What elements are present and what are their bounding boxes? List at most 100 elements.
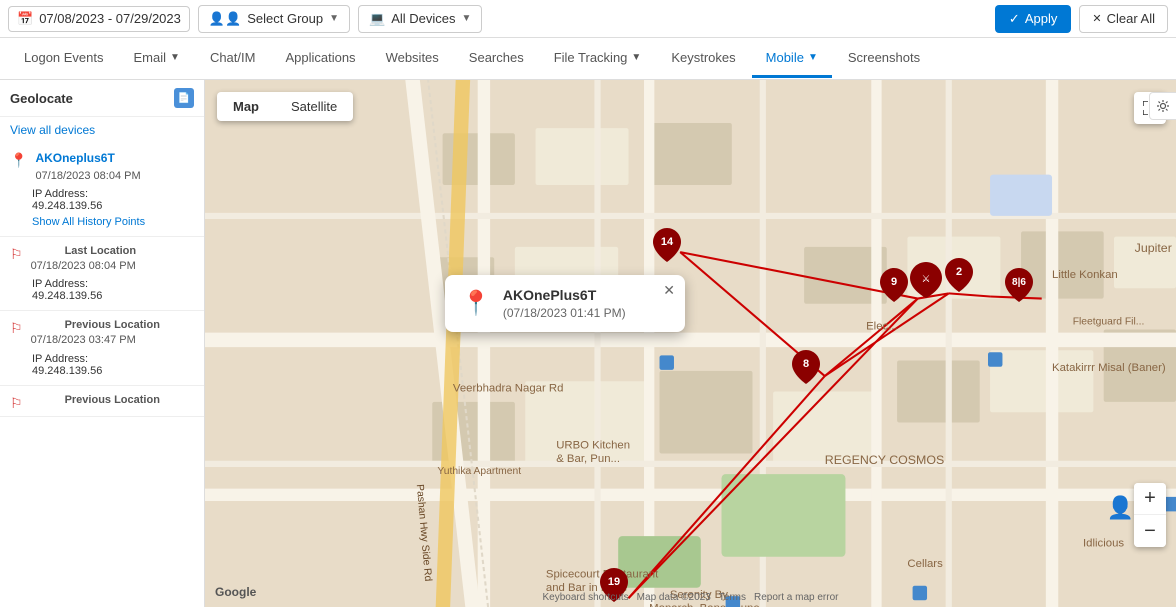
keyboard-shortcuts-link[interactable]: Keyboard shortcuts <box>543 592 629 603</box>
tab-websites[interactable]: Websites <box>372 40 453 78</box>
section-label-2: Previous Location <box>65 319 160 331</box>
terms-link[interactable]: Terms <box>719 592 746 603</box>
chevron-down-icon: ▼ <box>329 13 339 24</box>
settings-icon <box>1156 99 1170 113</box>
sidebar: Geolocate 📄 View all devices 📍 AKOneplus… <box>0 80 205 607</box>
tab-screenshots[interactable]: Screenshots <box>834 40 934 78</box>
map-roads-svg: URBO Kitchen & Bar, Pun... REGENCY COSMO… <box>205 80 1176 607</box>
device-time: 07/18/2023 03:47 PM <box>31 333 160 348</box>
nav-tabs: Logon Events Email ▼ Chat/IM Application… <box>0 38 1176 80</box>
svg-text:Katakirrr Misal (Baner): Katakirrr Misal (Baner) <box>1052 362 1166 374</box>
map-popup: ✕ 📍 AKOnePlus6T (07/18/2023 01:41 PM) <box>445 275 685 332</box>
ip-value: 49.248.139.56 <box>32 290 194 302</box>
device-time: 07/18/2023 08:04 PM <box>35 169 140 184</box>
map-area: URBO Kitchen & Bar, Pun... REGENCY COSMO… <box>205 80 1176 607</box>
report-error-link[interactable]: Report a map error <box>754 592 838 603</box>
tab-email[interactable]: Email ▼ <box>120 40 194 78</box>
group-icon: 👤👤 <box>209 11 241 27</box>
apply-label: Apply <box>1025 11 1058 26</box>
tab-searches[interactable]: Searches <box>455 40 538 78</box>
close-icon: ✕ <box>1092 12 1101 25</box>
chevron-icon-2: ▼ <box>631 52 641 63</box>
shield-icon: ⚐ <box>10 246 23 263</box>
svg-text:Fleetguard Fil...: Fleetguard Fil... <box>1073 316 1145 327</box>
tab-label: Websites <box>386 50 439 65</box>
tab-file-tracking[interactable]: File Tracking ▼ <box>540 40 656 78</box>
ip-label: IP Address: <box>32 278 194 290</box>
ip-value: 49.248.139.56 <box>32 365 194 377</box>
content-area: Geolocate 📄 View all devices 📍 AKOneplus… <box>0 80 1176 607</box>
list-item[interactable]: ⚐ Previous Location <box>0 386 204 417</box>
satellite-view-button[interactable]: Satellite <box>275 92 353 121</box>
shield-icon-3: ⚐ <box>10 395 23 412</box>
popup-device-name: AKOnePlus6T <box>503 287 626 303</box>
tab-logon-events[interactable]: Logon Events <box>10 40 118 78</box>
map-view-toggle: Map Satellite <box>217 92 353 121</box>
pin-icon: 📍 <box>10 152 27 169</box>
svg-text:REGENCY COSMOS: REGENCY COSMOS <box>825 453 944 467</box>
tab-label: Searches <box>469 50 524 65</box>
section-label-3: Previous Location <box>65 394 160 406</box>
map-settings-button[interactable] <box>1149 92 1176 120</box>
shield-icon-2: ⚐ <box>10 320 23 337</box>
list-item[interactable]: ⚐ Previous Location 07/18/2023 03:47 PM … <box>0 311 204 385</box>
map-zoom-controls: + − <box>1134 483 1166 547</box>
ip-label: IP Address: <box>32 353 194 365</box>
ip-label: IP Address: <box>32 188 194 200</box>
tab-chat-im[interactable]: Chat/IM <box>196 40 270 78</box>
svg-text:Veerbhadra Nagar Rd: Veerbhadra Nagar Rd <box>453 383 564 395</box>
svg-text:Idlicious: Idlicious <box>1083 537 1124 549</box>
view-all-devices-link[interactable]: View all devices <box>0 117 204 143</box>
tab-label: Screenshots <box>848 50 920 65</box>
svg-text:Elec...: Elec... <box>866 321 898 333</box>
device-time: 07/18/2023 08:04 PM <box>31 259 137 274</box>
list-item[interactable]: 📍 AKOneplus6T 07/18/2023 08:04 PM IP Add… <box>0 143 204 237</box>
zoom-in-button[interactable]: + <box>1134 483 1166 515</box>
popup-close-button[interactable]: ✕ <box>663 283 675 297</box>
svg-text:Jupiter Hospital: Jupiter Hospital <box>1135 241 1176 255</box>
tab-label: Logon Events <box>24 50 104 65</box>
select-group-label: Select Group <box>247 11 323 26</box>
popup-time: (07/18/2023 01:41 PM) <box>503 306 626 320</box>
tab-mobile[interactable]: Mobile ▼ <box>752 40 832 78</box>
show-history-link[interactable]: Show All History Points <box>32 216 194 228</box>
svg-text:Monarch, Baner Pune: Monarch, Baner Pune <box>649 603 760 607</box>
toolbar: 📅 07/08/2023 - 07/29/2023 👤👤 Select Grou… <box>0 0 1176 38</box>
chevron-icon-3: ▼ <box>808 52 818 63</box>
tab-label: Mobile <box>766 50 804 65</box>
tab-label: File Tracking <box>554 50 628 65</box>
popup-pin-icon: 📍 <box>461 289 491 318</box>
map-attribution: Keyboard shortcuts Map data ©2023 Terms … <box>543 592 839 603</box>
all-devices-dropdown[interactable]: 💻 All Devices ▼ <box>358 5 482 33</box>
chevron-down-icon-2: ▼ <box>462 13 472 24</box>
ip-value: 49.248.139.56 <box>32 200 194 212</box>
apply-button[interactable]: ✓ Apply <box>995 5 1071 33</box>
clear-button[interactable]: ✕ Clear All <box>1079 5 1168 33</box>
clear-label: Clear All <box>1107 11 1155 26</box>
svg-text:Yuthika Apartment: Yuthika Apartment <box>437 466 521 477</box>
tab-label: Email <box>134 50 167 65</box>
list-item[interactable]: ⚐ Last Location 07/18/2023 08:04 PM IP A… <box>0 237 204 311</box>
date-range-text: 07/08/2023 - 07/29/2023 <box>39 11 181 26</box>
section-label: Last Location <box>65 245 137 257</box>
sidebar-header: Geolocate 📄 <box>0 80 204 117</box>
google-logo: Google <box>215 585 256 599</box>
zoom-out-button[interactable]: − <box>1134 515 1166 547</box>
tab-label: Chat/IM <box>210 50 256 65</box>
all-devices-label: All Devices <box>391 11 455 26</box>
sidebar-title: Geolocate <box>10 91 73 106</box>
select-group-dropdown[interactable]: 👤👤 Select Group ▼ <box>198 5 350 33</box>
monitor-icon: 💻 <box>369 11 385 27</box>
tab-keystrokes[interactable]: Keystrokes <box>657 40 749 78</box>
device-list: 📍 AKOneplus6T 07/18/2023 08:04 PM IP Add… <box>0 143 204 607</box>
sidebar-export-icon[interactable]: 📄 <box>174 88 194 108</box>
calendar-icon: 📅 <box>17 11 33 27</box>
svg-text:Spicecourt Restaurant: Spicecourt Restaurant <box>546 568 659 580</box>
map-data-text: Map data ©2023 <box>637 592 711 603</box>
svg-text:URBO Kitchen: URBO Kitchen <box>556 439 630 451</box>
tab-applications[interactable]: Applications <box>271 40 369 78</box>
date-range-picker[interactable]: 📅 07/08/2023 - 07/29/2023 <box>8 6 190 32</box>
tab-label: Keystrokes <box>671 50 735 65</box>
checkmark-icon: ✓ <box>1009 11 1020 27</box>
map-view-button[interactable]: Map <box>217 92 275 121</box>
